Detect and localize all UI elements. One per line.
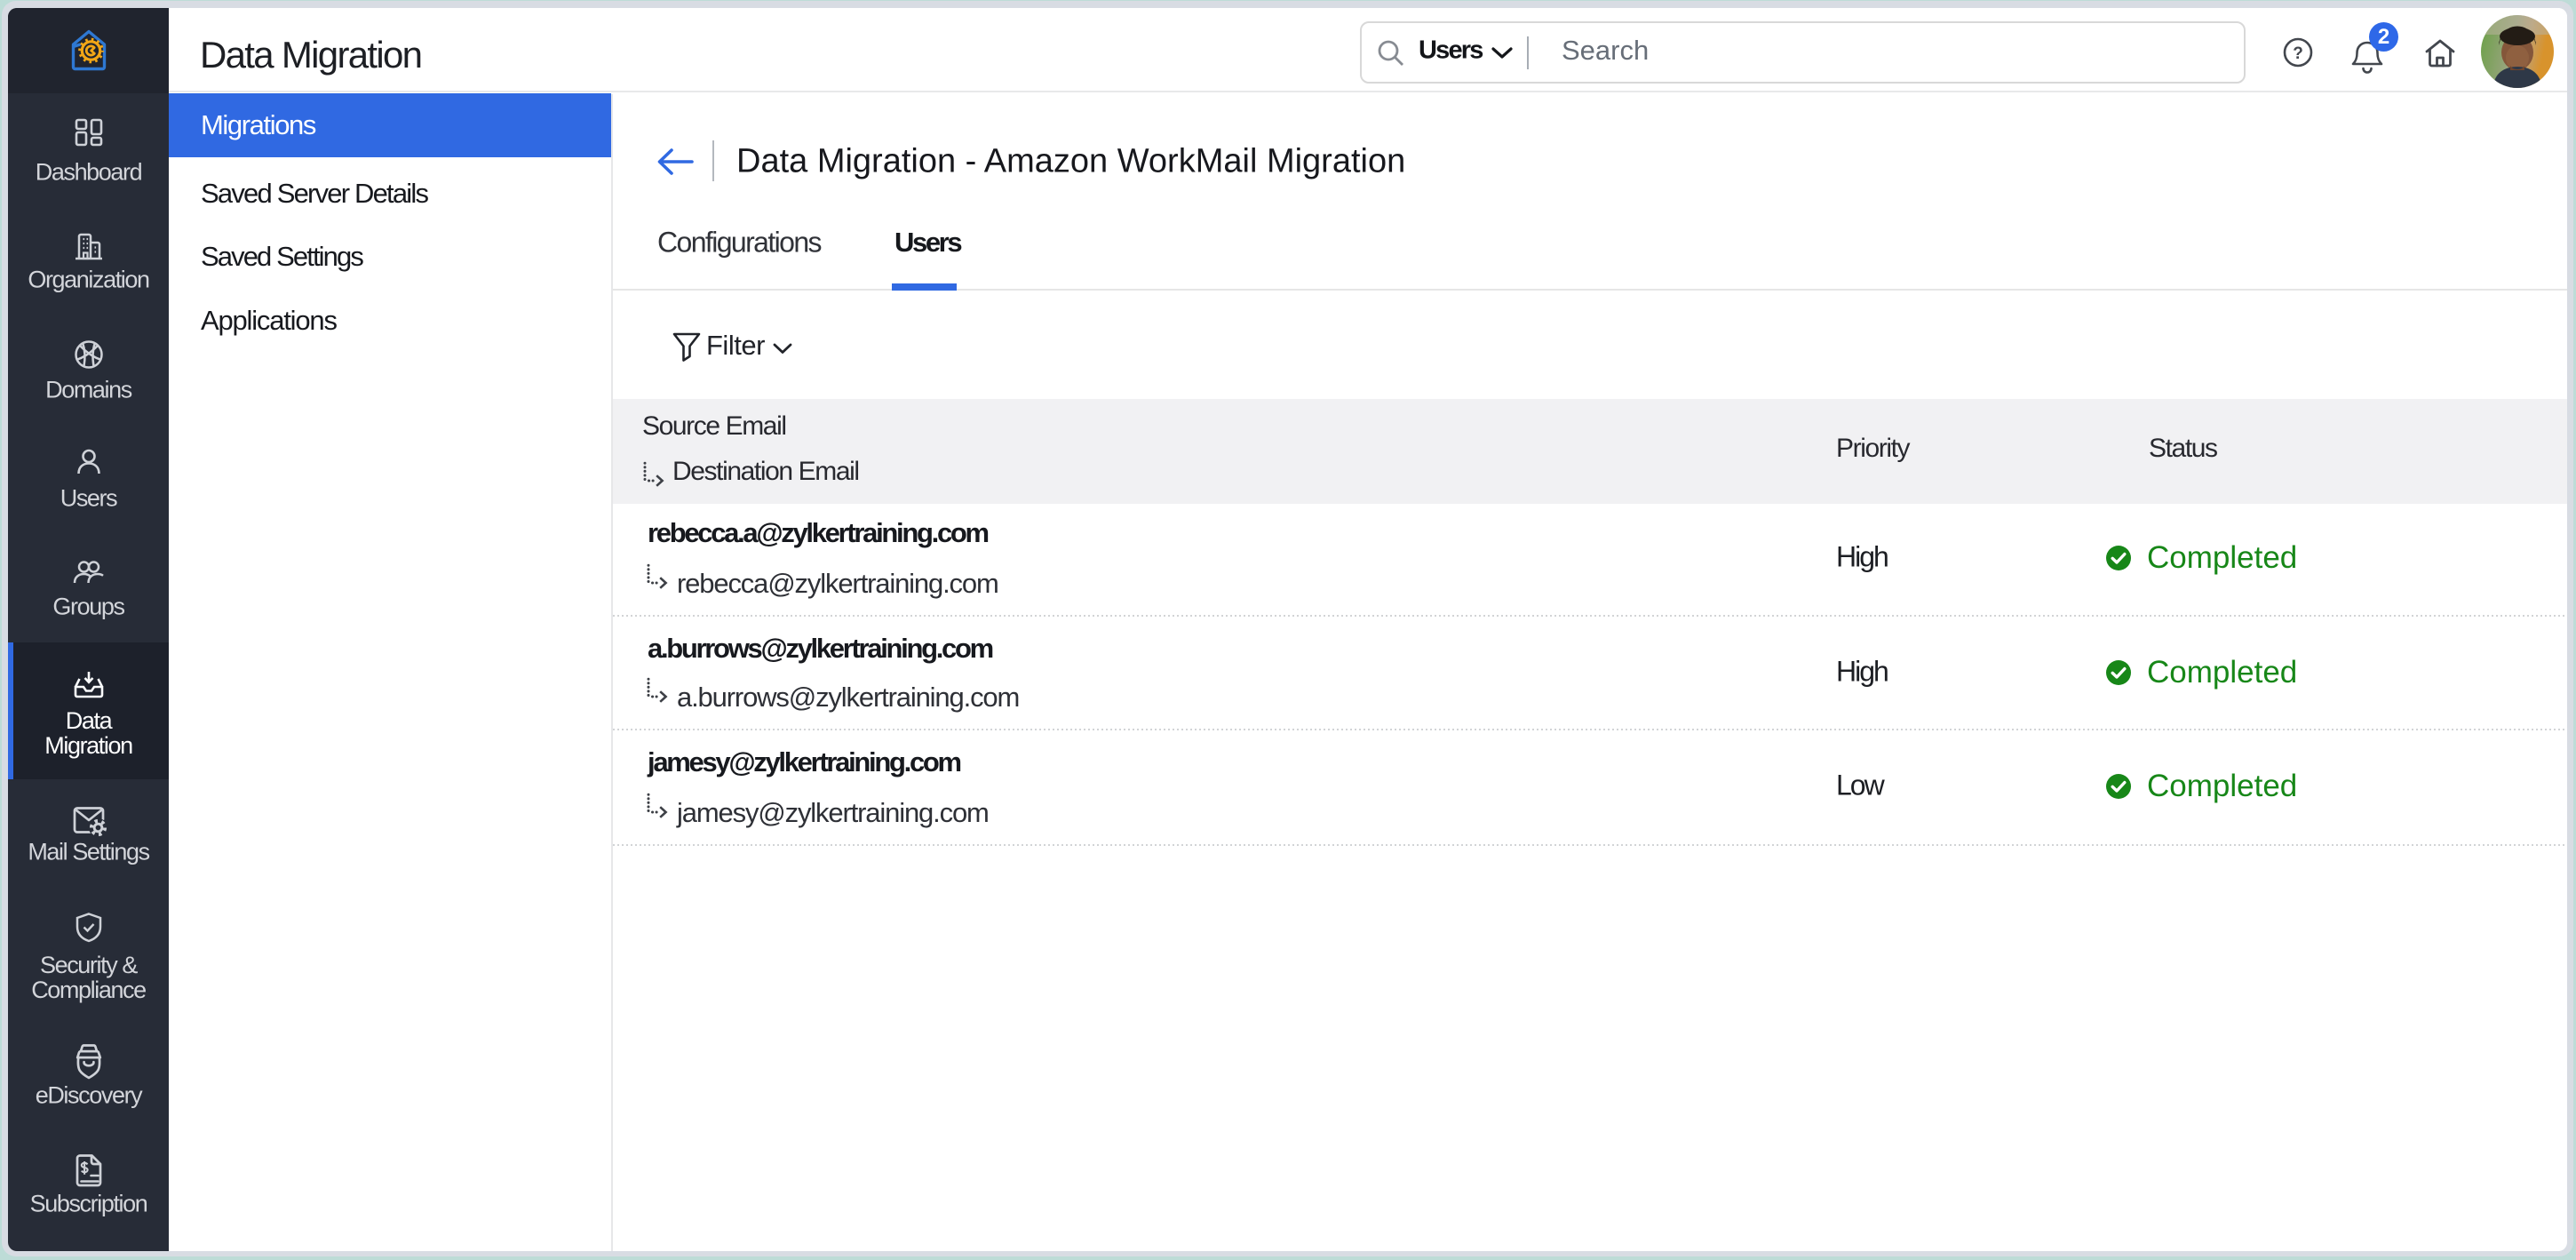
svg-text:?: ?	[2293, 44, 2303, 63]
